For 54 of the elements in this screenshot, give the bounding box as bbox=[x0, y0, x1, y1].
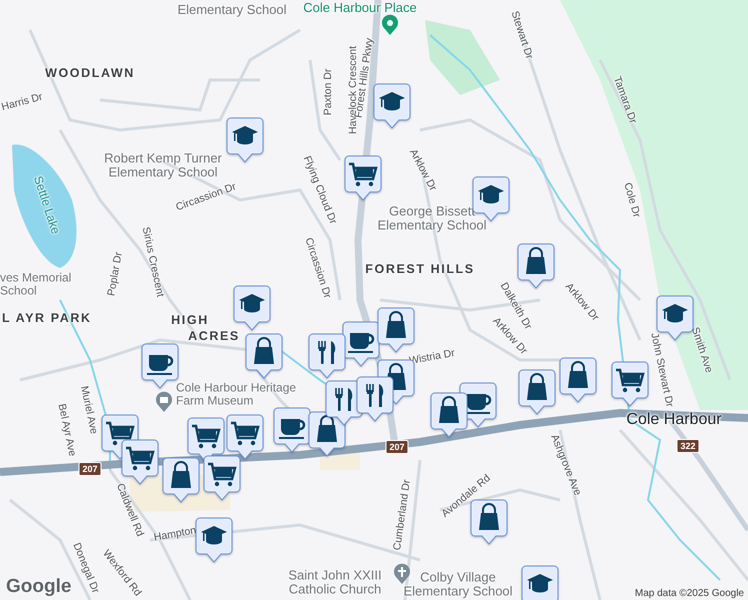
shopping-bag-pin[interactable] bbox=[430, 392, 468, 438]
shopping-cart-pin[interactable] bbox=[344, 155, 382, 201]
street-label: Stewart Dr bbox=[508, 10, 536, 60]
place-label: Robert Kemp Turner Elementary School bbox=[103, 151, 223, 179]
neighborhood-label: WOODLAWN bbox=[45, 66, 135, 80]
shopping-bag-pin[interactable] bbox=[245, 333, 283, 379]
street-label: Muriel Ave bbox=[78, 384, 100, 436]
coffee-cup-pin[interactable] bbox=[273, 407, 311, 453]
google-logo[interactable]: Google bbox=[6, 576, 72, 598]
route-shield: 322 bbox=[676, 439, 700, 453]
shopping-cart-pin[interactable] bbox=[226, 414, 264, 460]
neighborhood-label: ACRES bbox=[188, 329, 240, 343]
street-label: Paxton Dr bbox=[322, 68, 334, 116]
street-label: John Stewart Dr bbox=[648, 332, 676, 408]
museum-icon[interactable] bbox=[155, 391, 173, 413]
route-shield: 207 bbox=[78, 462, 102, 476]
graduation-cap-pin[interactable] bbox=[195, 517, 233, 563]
shopping-cart-pin[interactable] bbox=[203, 455, 241, 501]
street-label: Flying Cloud Dr bbox=[300, 154, 340, 226]
shopping-bag-pin[interactable] bbox=[518, 369, 556, 415]
fork-knife-pin[interactable] bbox=[308, 333, 346, 379]
street-label: Harris Dr bbox=[0, 90, 44, 114]
graduation-cap-pin[interactable] bbox=[233, 285, 271, 331]
fork-knife-pin[interactable] bbox=[356, 376, 394, 422]
street-label: Bel Ayr Ave bbox=[56, 402, 78, 458]
street-label: Cumberland Dr bbox=[391, 478, 413, 552]
street-label: Tamara Dr bbox=[610, 74, 640, 126]
shopping-cart-pin[interactable] bbox=[611, 361, 649, 407]
graduation-cap-pin[interactable] bbox=[226, 117, 264, 163]
shopping-cart-pin[interactable] bbox=[121, 439, 159, 485]
place-label: ves Memorial School bbox=[0, 271, 72, 297]
neighborhood-label: FOREST HILLS bbox=[365, 262, 475, 276]
graduation-cap-pin[interactable] bbox=[373, 83, 411, 129]
graduation-cap-pin[interactable] bbox=[521, 565, 559, 600]
place-label: Cole Harbour Heritage Farm Museum bbox=[176, 381, 298, 407]
town-label: Cole Harbour bbox=[626, 411, 722, 429]
street-label: Cole Dr bbox=[621, 181, 643, 219]
place-label: Saint John XXIII Catholic Church bbox=[287, 568, 383, 596]
street-label: Sirius Crescent bbox=[140, 226, 166, 298]
street-label: Smith Ave bbox=[689, 326, 715, 374]
place-label: Colby Village Elementary School bbox=[402, 570, 514, 598]
shopping-bag-pin[interactable] bbox=[377, 307, 415, 353]
shopping-bag-pin[interactable] bbox=[162, 457, 200, 503]
shopping-bag-pin[interactable] bbox=[559, 357, 597, 403]
route-shield: 207 bbox=[385, 440, 409, 454]
street-label: Hampton bbox=[152, 524, 198, 544]
lake-label: Settle Lake bbox=[31, 174, 63, 236]
neighborhood-label: HIGH bbox=[171, 313, 209, 327]
church-icon[interactable] bbox=[393, 563, 411, 585]
place-marker-icon[interactable] bbox=[381, 14, 399, 36]
place-label: Elementary School bbox=[177, 3, 287, 17]
place-label: Cole Harbour Place bbox=[303, 1, 417, 15]
street-label: Poplar Dr bbox=[105, 251, 125, 297]
place-label: George Bissett Elementary School bbox=[376, 204, 488, 232]
